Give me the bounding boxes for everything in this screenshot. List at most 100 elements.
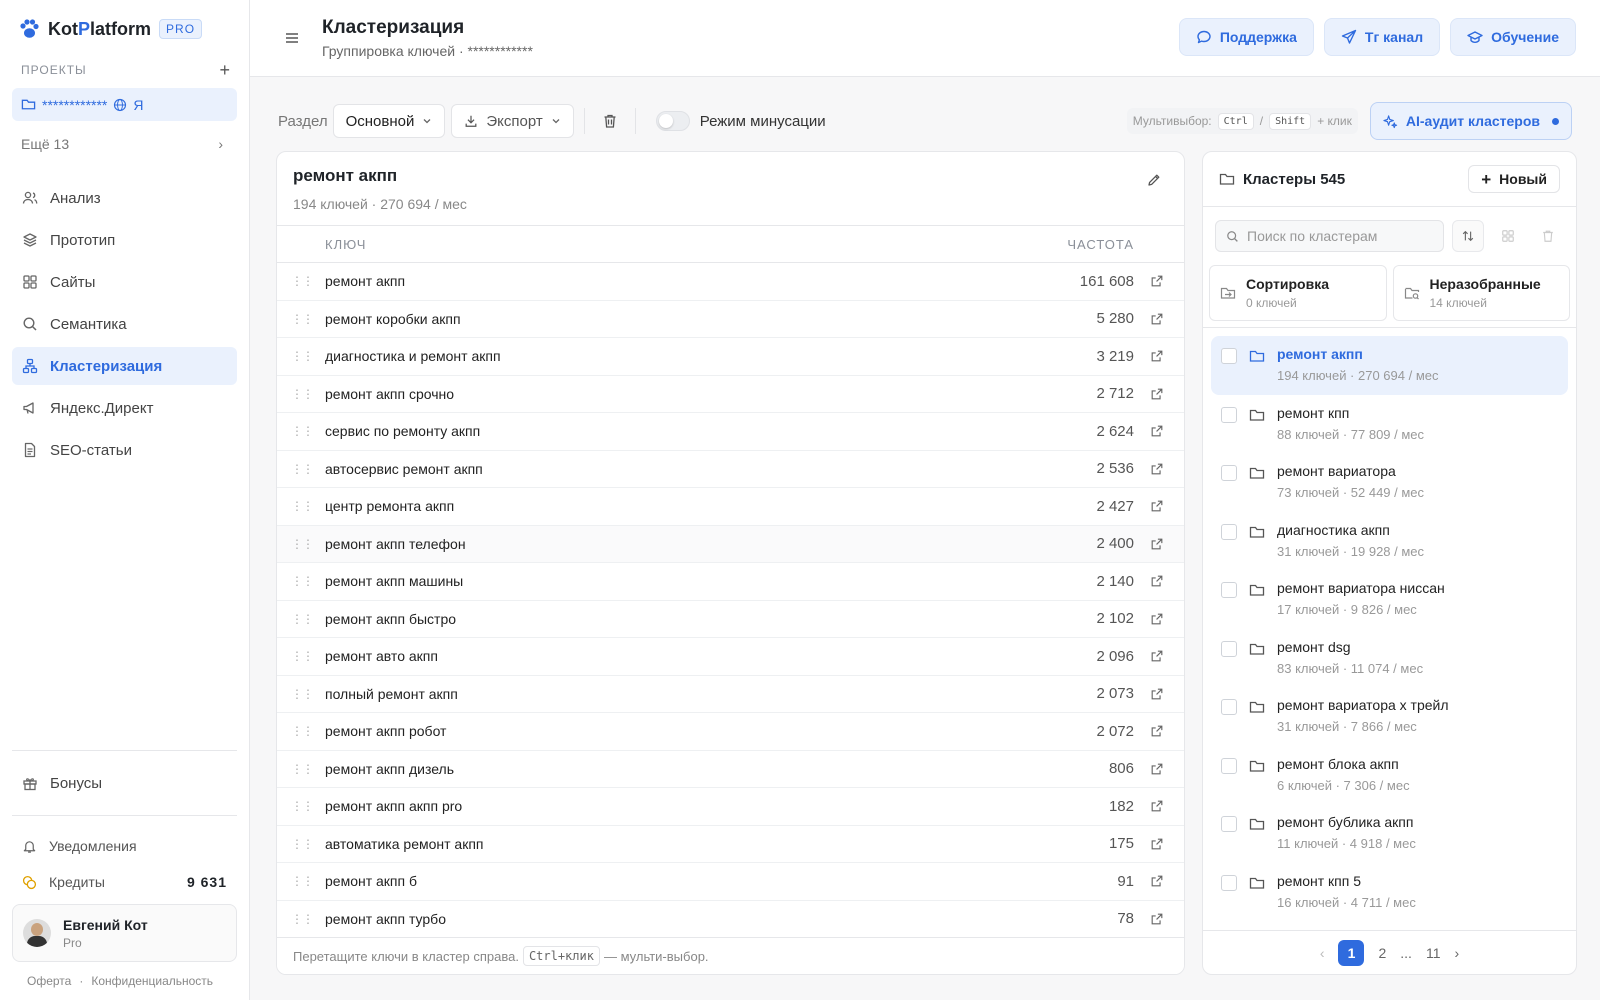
external-link-icon[interactable] (1150, 912, 1164, 926)
table-row[interactable]: ⋮⋮ ремонт акпп машины 2 140 (277, 563, 1184, 601)
checkbox[interactable] (1221, 465, 1237, 481)
ai-audit-button[interactable]: AI-аудит кластеров (1369, 102, 1572, 140)
checkbox[interactable] (1221, 348, 1237, 364)
prev-page-icon[interactable]: ‹ (1320, 945, 1325, 961)
telegram-button[interactable]: Тг канал (1323, 18, 1441, 56)
table-row[interactable]: ⋮⋮ ремонт акпп быстро 2 102 (277, 601, 1184, 638)
sidebar-item-yandex-direct[interactable]: Яндекс.Директ (12, 389, 237, 427)
external-link-icon[interactable] (1150, 274, 1164, 288)
offer-link[interactable]: Оферта (27, 974, 71, 988)
page-2[interactable]: 2 (1378, 945, 1386, 961)
next-page-icon[interactable]: › (1455, 945, 1460, 961)
external-link-icon[interactable] (1150, 574, 1164, 588)
table-row[interactable]: ⋮⋮ центр ремонта акпп 2 427 (277, 488, 1184, 526)
table-row[interactable]: ⋮⋮ ремонт акпп акпп pro 182 (277, 788, 1184, 826)
drag-handle-icon[interactable]: ⋮⋮ (291, 274, 314, 288)
sidebar-item-seo-articles[interactable]: SEO-статьи (12, 431, 237, 469)
checkbox[interactable] (1221, 582, 1237, 598)
section-select[interactable]: Основной (332, 104, 446, 138)
table-row[interactable]: ⋮⋮ автоматика ремонт акпп 175 (277, 826, 1184, 863)
sort-button[interactable] (1452, 220, 1484, 252)
list-item[interactable]: ремонт бублика акпп 11 ключей · 4 918 / м… (1211, 804, 1568, 863)
drag-handle-icon[interactable]: ⋮⋮ (291, 537, 314, 551)
external-link-icon[interactable] (1150, 762, 1164, 776)
list-item[interactable]: ремонт кпп 88 ключей · 77 809 / мес (1211, 395, 1568, 454)
menu-icon[interactable] (284, 30, 300, 46)
list-item[interactable]: ремонт блока акпп 6 ключей · 7 306 / мес (1211, 746, 1568, 805)
add-project-icon[interactable]: + (219, 61, 231, 79)
table-row[interactable]: ⋮⋮ ремонт акпп робот 2 072 (277, 713, 1184, 751)
table-row[interactable]: ⋮⋮ автосервис ремонт акпп 2 536 (277, 451, 1184, 488)
external-link-icon[interactable] (1150, 312, 1164, 326)
credits-item[interactable]: Кредиты 9 631 (0, 864, 249, 900)
drag-handle-icon[interactable]: ⋮⋮ (291, 762, 314, 776)
project-item-current[interactable]: ************ Я (12, 88, 237, 121)
export-dropdown[interactable]: Экспорт (451, 104, 574, 138)
external-link-icon[interactable] (1150, 687, 1164, 701)
table-row[interactable]: ⋮⋮ ремонт акпп срочно 2 712 (277, 376, 1184, 413)
sidebar-item-analysis[interactable]: Анализ (12, 179, 237, 217)
delete-button[interactable] (595, 106, 625, 136)
table-row[interactable]: ⋮⋮ ремонт акпп 161 608 (277, 263, 1184, 301)
new-cluster-button[interactable]: + Новый (1468, 165, 1560, 193)
sidebar-item-sites[interactable]: Сайты (12, 263, 237, 301)
table-row[interactable]: ⋮⋮ сервис по ремонту акпп 2 624 (277, 413, 1184, 451)
privacy-link[interactable]: Конфиденциальность (91, 974, 213, 988)
minus-mode-toggle[interactable] (655, 111, 690, 131)
drag-handle-icon[interactable]: ⋮⋮ (291, 874, 314, 888)
list-item[interactable]: ремонт вариатора 73 ключей · 52 449 / мес (1211, 453, 1568, 512)
table-row[interactable]: ⋮⋮ полный ремонт акпп 2 073 (277, 676, 1184, 713)
drag-handle-icon[interactable]: ⋮⋮ (291, 424, 314, 438)
external-link-icon[interactable] (1150, 424, 1164, 438)
sidebar-item-prototype[interactable]: Прототип (12, 221, 237, 259)
drag-handle-icon[interactable]: ⋮⋮ (291, 799, 314, 813)
bonuses-item[interactable]: Бонусы (12, 763, 237, 803)
table-row[interactable]: ⋮⋮ ремонт акпп б 91 (277, 863, 1184, 901)
logo[interactable]: KotPlatform PRO (0, 0, 249, 58)
sidebar-item-clustering[interactable]: Кластеризация (12, 347, 237, 385)
sidebar-item-semantics[interactable]: Семантика (12, 305, 237, 343)
external-link-icon[interactable] (1150, 874, 1164, 888)
notifications-item[interactable]: Уведомления (0, 828, 249, 864)
learning-button[interactable]: Обучение (1450, 18, 1576, 56)
merge-button[interactable] (1492, 220, 1524, 252)
list-item[interactable]: ремонт вариатора х трейл 31 ключей · 7 86… (1211, 687, 1568, 746)
checkbox[interactable] (1221, 874, 1237, 891)
table-row[interactable]: ⋮⋮ диагностика и ремонт акпп 3 219 (277, 338, 1184, 376)
table-row[interactable]: ⋮⋮ ремонт акпп турбо 78 (277, 901, 1184, 938)
delete-cluster-button[interactable] (1532, 220, 1564, 252)
external-link-icon[interactable] (1150, 537, 1164, 551)
table-row[interactable]: ⋮⋮ ремонт коробки акпп 5 280 (277, 301, 1184, 338)
drag-handle-icon[interactable]: ⋮⋮ (291, 649, 314, 663)
drag-handle-icon[interactable]: ⋮⋮ (291, 499, 314, 513)
checkbox[interactable] (1221, 816, 1237, 832)
drag-handle-icon[interactable]: ⋮⋮ (291, 349, 314, 363)
table-row[interactable]: ⋮⋮ ремонт акпп дизель 806 (277, 751, 1184, 788)
unsorted-bucket[interactable]: Неразобранные 14 ключей (1392, 265, 1570, 321)
drag-handle-icon[interactable]: ⋮⋮ (291, 687, 314, 701)
pencil-icon[interactable] (1146, 172, 1162, 188)
external-link-icon[interactable] (1150, 837, 1164, 851)
table-row[interactable]: ⋮⋮ ремонт авто акпп 2 096 (277, 638, 1184, 676)
external-link-icon[interactable] (1150, 462, 1164, 476)
user-card[interactable]: Евгений Кот Pro (12, 904, 237, 962)
table-row[interactable]: ⋮⋮ ремонт акпп телефон 2 400 (277, 525, 1184, 563)
external-link-icon[interactable] (1150, 649, 1164, 663)
page-current[interactable]: 1 (1338, 939, 1365, 966)
drag-handle-icon[interactable]: ⋮⋮ (291, 724, 314, 738)
drag-handle-icon[interactable]: ⋮⋮ (291, 462, 314, 476)
column-frequency[interactable]: ЧАСТОТА (1067, 237, 1134, 252)
drag-handle-icon[interactable]: ⋮⋮ (291, 574, 314, 588)
checkbox[interactable] (1221, 757, 1237, 774)
external-link-icon[interactable] (1150, 724, 1164, 738)
checkbox[interactable] (1221, 640, 1237, 657)
checkbox[interactable] (1221, 406, 1237, 423)
external-link-icon[interactable] (1150, 799, 1164, 813)
list-item[interactable]: ремонт акпп 194 ключей · 270 694 / мес (1211, 336, 1568, 395)
external-link-icon[interactable] (1150, 612, 1164, 626)
external-link-icon[interactable] (1150, 499, 1164, 513)
drag-handle-icon[interactable]: ⋮⋮ (291, 387, 314, 401)
external-link-icon[interactable] (1150, 349, 1164, 363)
list-item[interactable]: ремонт кпп 5 16 ключей · 4 711 / мес (1211, 863, 1568, 922)
sorting-bucket[interactable]: Сортировка 0 ключей (1209, 265, 1387, 321)
